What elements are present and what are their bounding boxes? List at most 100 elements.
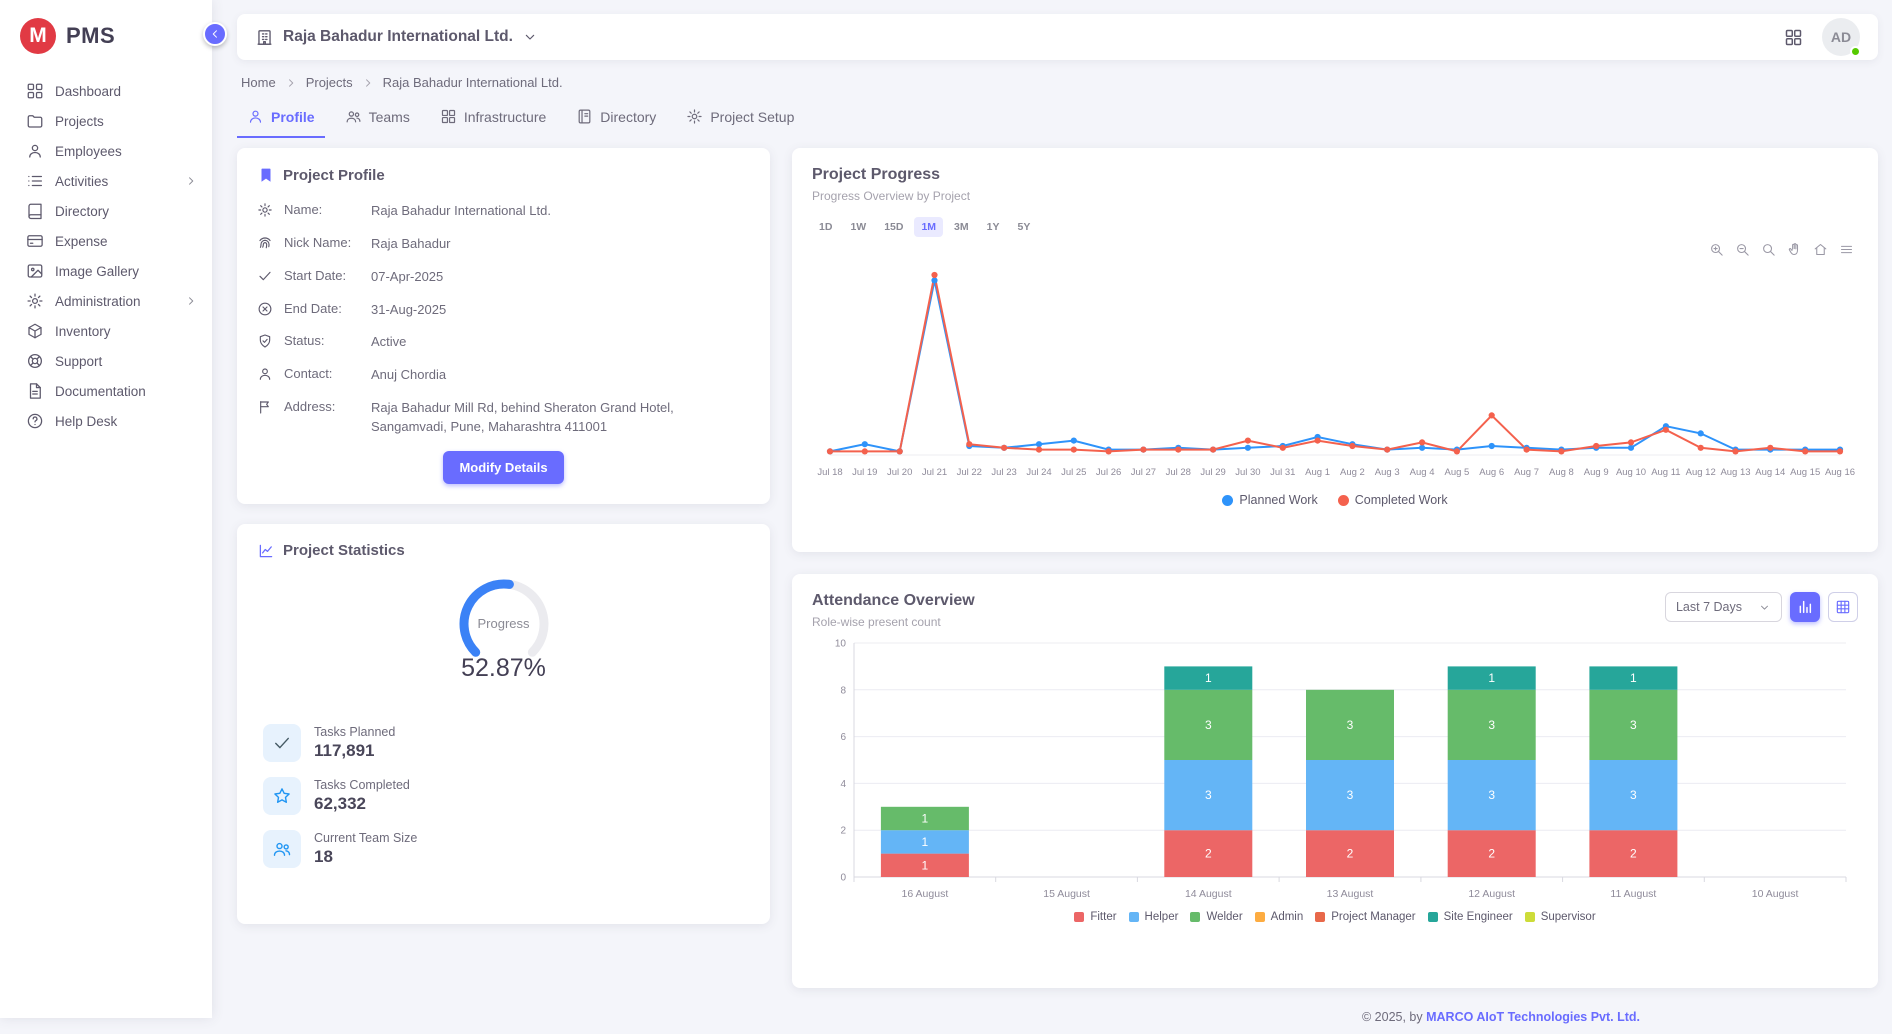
breadcrumb-item-projects[interactable]: Projects [306, 75, 353, 90]
card-title-text: Project Profile [283, 167, 385, 184]
timeframe-1y-button[interactable]: 1Y [980, 217, 1007, 237]
sidebar-item-activities[interactable]: Activities [0, 166, 212, 196]
sidebar-item-inventory[interactable]: Inventory [0, 316, 212, 346]
sidebar-item-support[interactable]: Support [0, 346, 212, 376]
company-selector[interactable]: Raja Bahadur International Ltd. [255, 28, 538, 47]
statistics-list: Tasks Planned117,891Tasks Completed62,33… [257, 724, 750, 868]
chart-toolbar [1709, 242, 1854, 257]
project-progress-chart[interactable]: Jul 18Jul 19Jul 20Jul 21Jul 22Jul 23Jul … [812, 241, 1858, 493]
sidebar-item-help-desk[interactable]: Help Desk [0, 406, 212, 436]
timeframe-3m-button[interactable]: 3M [947, 217, 976, 237]
sidebar-item-label: Administration [55, 294, 141, 309]
legend-swatch [1222, 495, 1233, 506]
users-icon [263, 830, 301, 868]
legend-label: Fitter [1090, 911, 1116, 923]
timeframe-1w-button[interactable]: 1W [843, 217, 873, 237]
tab-profile[interactable]: Profile [237, 98, 325, 138]
projects-icon [26, 112, 44, 130]
legend-item-site-engineer[interactable]: Site Engineer [1428, 911, 1513, 923]
attendance-chart[interactable]: 024681011116 August15 August233114 Augus… [812, 633, 1858, 911]
chart-view-toggle[interactable] [1790, 592, 1820, 622]
svg-text:Aug 16: Aug 16 [1825, 467, 1855, 478]
tab-directory[interactable]: Directory [566, 98, 666, 138]
svg-text:1: 1 [922, 858, 929, 872]
modify-details-button[interactable]: Modify Details [443, 451, 563, 484]
stat-text: Tasks Planned117,891 [314, 725, 395, 761]
breadcrumb-item-home[interactable]: Home [241, 75, 276, 90]
svg-text:Jul 22: Jul 22 [957, 467, 982, 478]
profile-field-contact: Contact:Anuj Chordia [257, 366, 750, 385]
timeframe-5y-button[interactable]: 5Y [1010, 217, 1037, 237]
sidebar-item-expense[interactable]: Expense [0, 226, 212, 256]
apps-icon[interactable] [1783, 27, 1804, 48]
sidebar-item-image-gallery[interactable]: Image Gallery [0, 256, 212, 286]
chevron-right-icon [184, 174, 198, 188]
zoom-out-icon[interactable] [1735, 242, 1750, 257]
stat-current-team-size: Current Team Size18 [263, 830, 744, 868]
main-content: Raja Bahadur International Ltd. AD Home P… [212, 0, 1892, 1018]
card-title-text: Attendance Overview [812, 592, 975, 610]
tab-infrastructure[interactable]: Infrastructure [430, 98, 556, 138]
stat-tile [263, 777, 301, 815]
timeframe-1m-button[interactable]: 1M [914, 217, 943, 237]
sidebar-item-employees[interactable]: Employees [0, 136, 212, 166]
legend-item-welder[interactable]: Welder [1190, 911, 1242, 923]
sidebar-menu: DashboardProjectsEmployeesActivities Dire… [0, 72, 212, 440]
legend-item-admin[interactable]: Admin [1255, 911, 1304, 923]
topbar-actions: AD [1783, 18, 1860, 56]
svg-text:16 August: 16 August [902, 888, 949, 900]
progress-gauge-value: 52.87% [257, 654, 750, 683]
zoom-in-icon[interactable] [1709, 242, 1724, 257]
svg-text:3: 3 [1347, 718, 1354, 732]
table-view-toggle[interactable] [1828, 592, 1858, 622]
pan-icon[interactable] [1787, 242, 1802, 257]
tab-label: Directory [600, 109, 656, 125]
home-icon[interactable] [1813, 242, 1828, 257]
svg-text:3: 3 [1630, 718, 1637, 732]
field-label: Status: [284, 333, 360, 348]
legend-item-fitter[interactable]: Fitter [1074, 911, 1116, 923]
svg-text:Aug 7: Aug 7 [1514, 467, 1539, 478]
employees-icon [26, 142, 44, 160]
expense-icon [26, 232, 44, 250]
tab-teams[interactable]: Teams [335, 98, 420, 138]
svg-text:Jul 23: Jul 23 [991, 467, 1016, 478]
legend-swatch [1525, 912, 1535, 922]
sidebar-item-projects[interactable]: Projects [0, 106, 212, 136]
user-avatar[interactable]: AD [1822, 18, 1860, 56]
shield-icon [257, 333, 273, 349]
attendance-title: Attendance Overview [812, 592, 975, 610]
timeframe-15d-button[interactable]: 15D [877, 217, 910, 237]
svg-text:13 August: 13 August [1327, 888, 1374, 900]
sidebar-item-administration[interactable]: Administration [0, 286, 212, 316]
legend-item-completed-work[interactable]: Completed Work [1338, 493, 1448, 507]
legend-item-helper[interactable]: Helper [1129, 911, 1179, 923]
company-link[interactable]: MARCO AIoT Technologies Pvt. Ltd. [1426, 1010, 1640, 1024]
zoom-icon[interactable] [1761, 242, 1776, 257]
svg-text:1: 1 [1630, 671, 1637, 685]
sidebar-item-dashboard[interactable]: Dashboard [0, 76, 212, 106]
sidebar-collapse-button[interactable] [203, 22, 227, 46]
tab-project-setup[interactable]: Project Setup [676, 98, 804, 138]
legend-item-supervisor[interactable]: Supervisor [1525, 911, 1596, 923]
legend-item-planned-work[interactable]: Planned Work [1222, 493, 1317, 507]
attendance-overview-card: Attendance Overview Role-wise present co… [792, 574, 1878, 988]
range-select[interactable]: Last 7 Days [1665, 592, 1782, 622]
company-name: Raja Bahadur International Ltd. [283, 28, 513, 46]
stat-value: 117,891 [314, 741, 395, 761]
sidebar-item-directory[interactable]: Directory [0, 196, 212, 226]
timeframe-selector: 1D1W15D1M3M1Y5Y [812, 217, 1858, 237]
profile-field-start-date: Start Date:07-Apr-2025 [257, 268, 750, 287]
field-label: Name: [284, 202, 360, 217]
sidebar-item-label: Directory [55, 204, 109, 219]
project-progress-title: Project Progress [812, 166, 1858, 184]
timeframe-1d-button[interactable]: 1D [812, 217, 839, 237]
svg-text:Jul 19: Jul 19 [852, 467, 877, 478]
legend-item-project-manager[interactable]: Project Manager [1315, 911, 1415, 923]
project-profile-card: Project Profile Name:Raja Bahadur Intern… [237, 148, 770, 504]
menu-icon[interactable] [1839, 242, 1854, 257]
check-icon [263, 724, 301, 762]
directory-icon [26, 202, 44, 220]
sidebar-item-documentation[interactable]: Documentation [0, 376, 212, 406]
svg-text:14 August: 14 August [1185, 888, 1232, 900]
